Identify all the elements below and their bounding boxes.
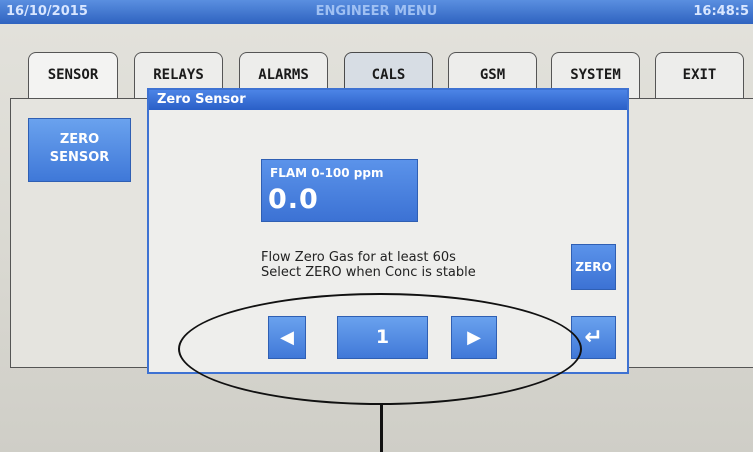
tab-exit[interactable]: EXIT (655, 52, 744, 98)
instruction-line-1: Flow Zero Gas for at least 60s (261, 250, 456, 265)
status-time: 16:48:5 (693, 4, 749, 19)
tab-label: RELAYS (153, 67, 204, 83)
readout-value: 0.0 (268, 184, 319, 215)
tab-label: GSM (479, 67, 506, 83)
concentration-readout: FLAM 0-100 ppm 0.0 (261, 159, 418, 222)
annotation-pointer-line (380, 404, 383, 452)
menu-title: ENGINEER MENU (315, 4, 438, 19)
zero-button[interactable]: ZERO (571, 244, 616, 290)
status-bar: 16/10/2015 ENGINEER MENU 16:48:5 (0, 0, 753, 24)
instruction-line-2: Select ZERO when Conc is stable (261, 265, 476, 280)
readout-label: FLAM 0-100 ppm (270, 166, 384, 180)
tab-sensor[interactable]: SENSOR (28, 52, 118, 104)
touch-screen: 16/10/2015 ENGINEER MENU 16:48:5 SENSOR … (0, 0, 753, 452)
annotation-ellipse (178, 293, 582, 405)
tab-label: CALS (371, 67, 406, 83)
zero-sensor-label-line1: ZERO (59, 132, 100, 147)
tab-label: ALARMS (258, 67, 309, 83)
instructions-text: Flow Zero Gas for at least 60s Select ZE… (261, 250, 561, 280)
enter-return-icon: ↵ (584, 325, 603, 350)
tab-label: SENSOR (47, 67, 99, 83)
zero-sensor-button[interactable]: ZERO SENSOR (28, 118, 131, 182)
dialog-title: Zero Sensor (149, 90, 627, 110)
zero-sensor-label-line2: SENSOR (49, 150, 110, 165)
tab-label: EXIT (682, 67, 717, 83)
tab-label: SYSTEM (570, 67, 621, 83)
